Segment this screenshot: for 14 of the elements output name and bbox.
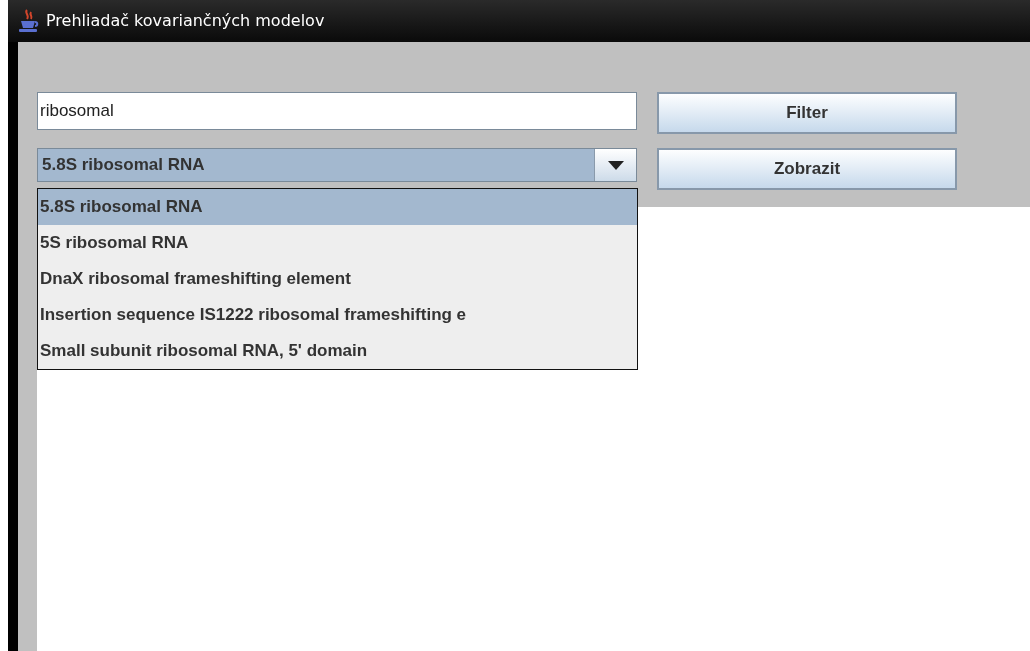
coffee-cup-icon — [18, 8, 40, 34]
filter-button[interactable]: Filter — [657, 92, 957, 134]
search-field[interactable]: ribosomal — [37, 92, 637, 130]
caret-icon — [607, 160, 624, 170]
model-dropdown[interactable]: 5.8S ribosomal RNA — [37, 148, 637, 182]
dropdown-option[interactable]: Small subunit ribosomal RNA, 5' domain — [38, 333, 637, 369]
show-button[interactable]: Zobrazit — [657, 148, 957, 190]
dropdown-option[interactable]: 5.8S ribosomal RNA — [38, 189, 637, 225]
dropdown-option[interactable]: 5S ribosomal RNA — [38, 225, 637, 261]
dropdown-option[interactable]: DnaX ribosomal frameshifting element — [38, 261, 637, 297]
dropdown-value: 5.8S ribosomal RNA — [41, 154, 206, 176]
window-title: Prehliadač kovariančných modelov — [46, 10, 325, 32]
dropdown-toggle[interactable] — [594, 149, 636, 181]
dropdown-option[interactable]: Insertion sequence IS1222 ribosomal frameshifting e — [38, 297, 637, 333]
